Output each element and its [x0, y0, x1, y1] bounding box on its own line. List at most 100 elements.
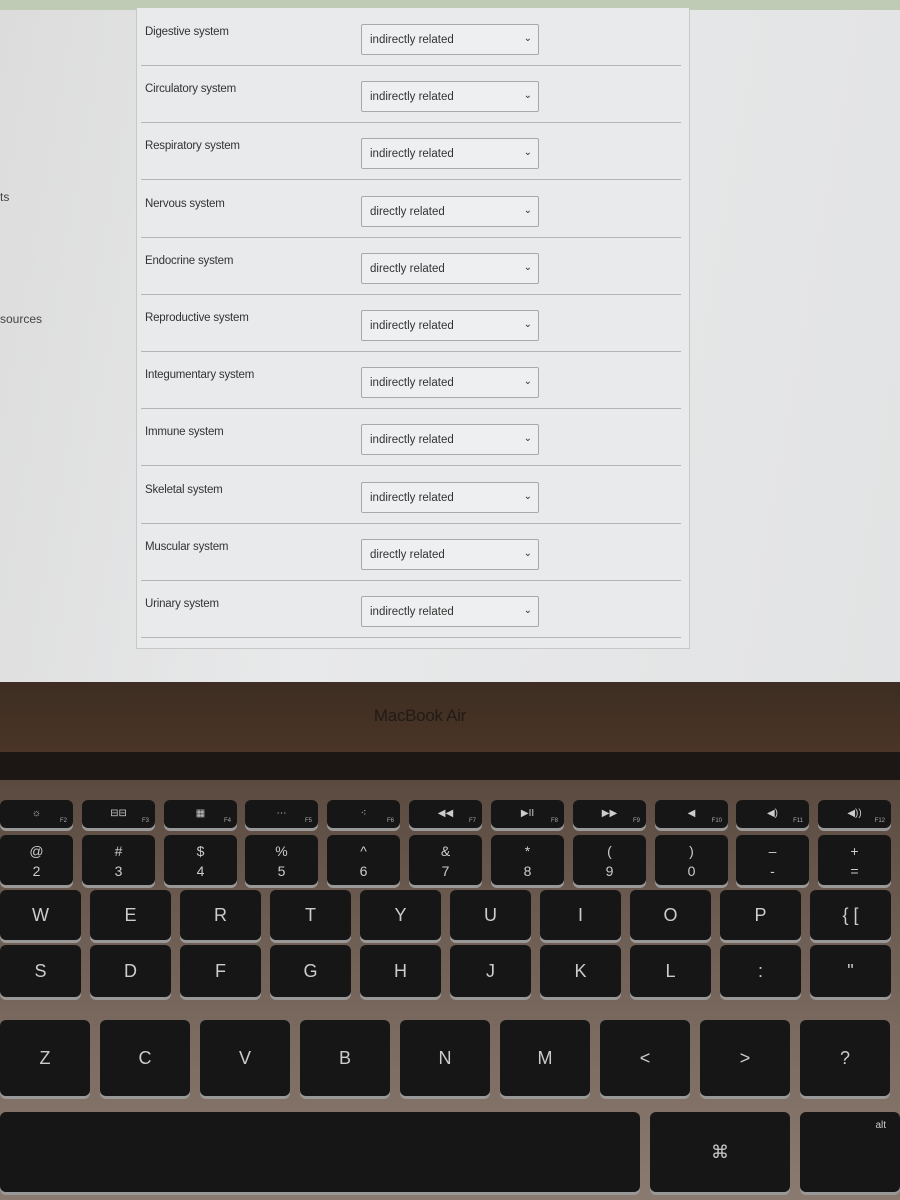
- letter-key[interactable]: L: [630, 945, 711, 997]
- number-key[interactable]: $4: [164, 835, 237, 885]
- selected-value: indirectly related: [370, 320, 454, 332]
- letter-key[interactable]: H: [360, 945, 441, 997]
- letter-key[interactable]: S: [0, 945, 81, 997]
- system-label: Immune system: [145, 426, 224, 439]
- letter-key[interactable]: D: [90, 945, 171, 997]
- function-key[interactable]: ☼ F2: [0, 800, 73, 828]
- key-label: W: [32, 905, 49, 925]
- relation-select[interactable]: directly related ⌄: [361, 195, 539, 227]
- key-label: ?: [839, 1048, 850, 1068]
- number-key[interactable]: & 7: [409, 835, 482, 885]
- function-key[interactable]: ▶II F8: [491, 800, 564, 828]
- number-key[interactable]: % 5: [245, 835, 318, 885]
- relation-select[interactable]: indirectly related ⌄: [361, 138, 539, 170]
- relation-select[interactable]: indirectly related ⌄: [361, 310, 539, 341]
- letter-key[interactable]: Z: [0, 1020, 90, 1096]
- function-key[interactable]: ◀◀ F7: [409, 800, 482, 828]
- letter-key[interactable]: V: [200, 1020, 290, 1096]
- key-label: F: [215, 961, 226, 981]
- relation-select[interactable]: indirectly related ⌄: [361, 81, 539, 113]
- function-key[interactable]: ⋯ F5: [245, 800, 318, 828]
- function-key[interactable]: ◀) F11: [736, 800, 809, 828]
- relation-select[interactable]: indirectly related ⌄: [361, 481, 539, 513]
- letter-key[interactable]: O: [630, 890, 711, 940]
- key-label: F3: [141, 818, 149, 824]
- number-key[interactable]: @2: [0, 835, 73, 885]
- key-label: F6: [386, 818, 394, 824]
- letter-key[interactable]: T: [270, 890, 351, 940]
- laptop-bezel: MacBook Air: [0, 682, 900, 752]
- number-key[interactable]: * 8: [491, 835, 564, 885]
- letter-key[interactable]: R: [180, 890, 261, 940]
- number-key[interactable]: – -: [736, 835, 809, 885]
- key-label: I: [577, 905, 583, 925]
- sidebar-item[interactable]: sources: [0, 312, 42, 326]
- letter-key[interactable]: ?: [800, 1020, 890, 1096]
- letter-key[interactable]: W: [0, 890, 81, 940]
- letter-key[interactable]: C: [100, 1020, 190, 1096]
- letter-key[interactable]: B: [300, 1020, 390, 1096]
- keyboard: ☼ F2 ⊟⊟ F3 ▦ F4 ⋯ F5 ⁖ F6 ◀◀ F7 ▶II F8 ▶▶ F9 ◀ F10 ◀) F11 ◀)…: [0, 780, 900, 1200]
- key-label: ): [689, 843, 694, 859]
- chevron-down-icon: ⌄: [523, 490, 532, 502]
- relation-select[interactable]: indirectly related ⌄: [361, 24, 539, 55]
- relation-select[interactable]: indirectly related ⌄: [361, 424, 539, 456]
- function-key[interactable]: ◀)) F12: [818, 800, 891, 828]
- key-label: %: [275, 843, 288, 859]
- space-bar[interactable]: [0, 1112, 640, 1192]
- chevron-down-icon: ⌄: [523, 90, 532, 102]
- relation-select[interactable]: directly related ⌄: [361, 538, 539, 570]
- number-key[interactable]: ) 0: [655, 835, 728, 885]
- key-label: S: [34, 961, 47, 981]
- function-key[interactable]: ▦ F4: [164, 800, 237, 828]
- letter-key[interactable]: :: [720, 945, 801, 997]
- key-label: @: [29, 843, 44, 859]
- selected-value: directly related: [370, 262, 445, 275]
- function-key[interactable]: ◀ F10: [655, 800, 728, 828]
- relation-select[interactable]: indirectly related ⌄: [361, 367, 539, 399]
- number-key[interactable]: (9: [573, 835, 646, 885]
- key-label: F11: [793, 818, 803, 824]
- number-key[interactable]: ^ 6: [327, 835, 400, 885]
- system-label: Reproductive system: [145, 312, 249, 324]
- function-key[interactable]: ⁖ F6: [327, 800, 400, 828]
- form-row: Urinary system indirectly related ⌄: [137, 580, 685, 638]
- key-label: 9: [605, 863, 614, 879]
- letter-key[interactable]: <: [600, 1020, 690, 1096]
- letter-key[interactable]: >: [700, 1020, 790, 1096]
- letter-key[interactable]: E: [90, 890, 171, 940]
- key-label: C: [138, 1048, 152, 1068]
- key-label: 6: [359, 863, 368, 879]
- relation-select[interactable]: directly related ⌄: [361, 252, 539, 284]
- letter-key[interactable]: F: [180, 945, 261, 997]
- key-label: ": [847, 961, 854, 981]
- letter-key[interactable]: N: [400, 1020, 490, 1096]
- key-label: +: [850, 843, 859, 859]
- selected-value: indirectly related: [370, 91, 454, 104]
- function-key[interactable]: ⊟⊟ F3: [82, 800, 155, 828]
- command-key[interactable]: ⌘: [650, 1112, 790, 1192]
- form-row: Muscular system directly related ⌄: [137, 523, 685, 581]
- number-key[interactable]: + =: [818, 835, 891, 885]
- matching-form: Digestive system indirectly related ⌄ Ci…: [136, 8, 690, 649]
- letter-key[interactable]: M: [500, 1020, 590, 1096]
- key-label: M: [537, 1048, 553, 1068]
- system-label: Digestive system: [145, 26, 229, 38]
- letter-key[interactable]: G: [270, 945, 351, 997]
- key-label: <: [639, 1048, 651, 1068]
- alt-key[interactable]: alt: [800, 1112, 900, 1192]
- letter-key[interactable]: K: [540, 945, 621, 997]
- screen: ts sources Digestive system indirectly r…: [0, 0, 900, 682]
- number-key[interactable]: #3: [82, 835, 155, 885]
- sidebar-item[interactable]: ts: [0, 190, 9, 204]
- letter-key[interactable]: Y: [360, 890, 441, 940]
- relation-select[interactable]: indirectly related ⌄: [361, 596, 539, 627]
- letter-key[interactable]: U: [450, 890, 531, 940]
- function-key[interactable]: ▶▶ F9: [573, 800, 646, 828]
- letter-key[interactable]: ": [810, 945, 891, 997]
- letter-key[interactable]: P: [720, 890, 801, 940]
- letter-key[interactable]: I: [540, 890, 621, 940]
- letter-key[interactable]: J: [450, 945, 531, 997]
- key-label: ^: [360, 843, 367, 859]
- letter-key[interactable]: { [: [810, 890, 891, 940]
